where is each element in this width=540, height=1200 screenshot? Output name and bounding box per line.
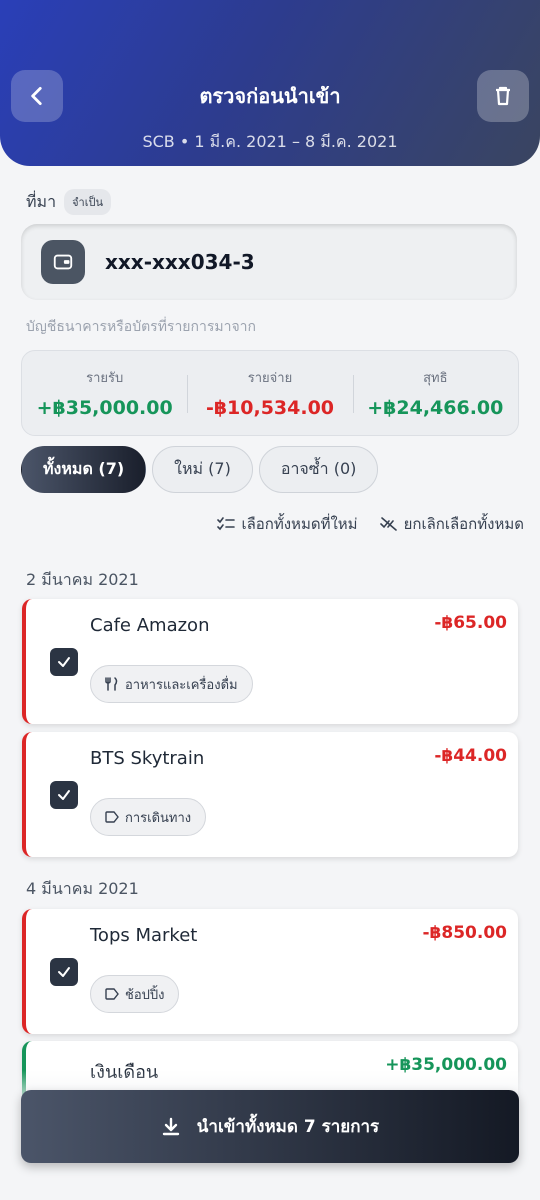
account-selector[interactable]: xxx-xxx034-3 — [21, 224, 517, 300]
category-chip[interactable]: ช้อปปิ้ง — [90, 975, 180, 1013]
transaction-checkbox[interactable] — [50, 781, 78, 809]
category-label: อาหารและเครื่องดื่ม — [125, 677, 238, 693]
category-chip[interactable]: การเดินทาง — [90, 798, 207, 836]
category-label: ช้อปปิ้ง — [125, 987, 165, 1003]
transaction-amount: -฿850.00 — [422, 923, 508, 943]
income-label: รายรับ — [86, 371, 124, 386]
transaction-amount: -฿65.00 — [434, 613, 507, 633]
income-value: +฿35,000.00 — [36, 397, 173, 419]
deselect-all-label: ยกเลิกเลือกทั้งหมด — [403, 515, 524, 533]
utensils-icon — [105, 677, 118, 691]
download-icon — [162, 1117, 179, 1135]
tab-all[interactable]: ทั้งหมด (7) — [21, 446, 147, 493]
source-row: ที่มา จำเป็น — [26, 189, 111, 215]
import-all-label: นำเข้าทั้งหมด 7 รายการ — [196, 1117, 380, 1137]
check-icon — [58, 790, 70, 800]
check-icon — [58, 657, 70, 667]
wallet-icon — [41, 240, 85, 284]
date-range-subtitle: SCB • 1 มี.ค. 2021 – 8 มี.ค. 2021 — [142, 132, 398, 151]
tab-duplicate[interactable]: อาจซ้ำ (0) — [258, 446, 379, 493]
net-label: สุทธิ — [423, 371, 448, 386]
account-hint: บัญชีธนาคารหรือบัตรที่รายการมาจาก — [26, 319, 256, 335]
transaction-title: BTS Skytrain — [90, 748, 205, 769]
transaction-title: Tops Market — [90, 925, 198, 946]
category-label: การเดินทาง — [125, 810, 192, 826]
tag-icon — [105, 988, 119, 1000]
summary-panel: รายรับ +฿35,000.00 รายจ่าย -฿10,534.00 ส… — [21, 350, 519, 436]
selection-actions: เลือกทั้งหมดที่ใหม่ ยกเลิกเลือกทั้งหมด — [217, 512, 524, 536]
select-all-new-button[interactable]: เลือกทั้งหมดที่ใหม่ — [217, 512, 358, 536]
net-summary: สุทธิ +฿24,466.00 — [352, 351, 518, 435]
tab-new[interactable]: ใหม่ (7) — [152, 446, 253, 493]
transaction-title: Cafe Amazon — [90, 615, 210, 636]
transaction-card[interactable]: BTS Skytrain -฿44.00 การเดินทาง — [22, 732, 518, 857]
tag-icon — [105, 811, 119, 823]
transaction-checkbox[interactable] — [50, 648, 78, 676]
expense-value: -฿10,534.00 — [205, 397, 335, 419]
expense-label: รายจ่าย — [247, 371, 293, 386]
date-header: 2 มีนาคม 2021 — [26, 570, 139, 589]
delete-button[interactable] — [477, 70, 529, 122]
date-header: 4 มีนาคม 2021 — [26, 879, 139, 898]
header: ตรวจก่อนนำเข้า SCB • 1 มี.ค. 2021 – 8 มี… — [0, 0, 540, 166]
expense-summary: รายจ่าย -฿10,534.00 — [187, 351, 352, 435]
deselect-icon — [379, 517, 397, 531]
required-badge: จำเป็น — [64, 189, 111, 215]
deselect-all-button[interactable]: ยกเลิกเลือกทั้งหมด — [379, 512, 524, 536]
check-icon — [58, 967, 70, 977]
income-summary: รายรับ +฿35,000.00 — [22, 351, 187, 435]
import-all-button[interactable]: นำเข้าทั้งหมด 7 รายการ — [21, 1090, 519, 1163]
account-number: xxx-xxx034-3 — [105, 250, 255, 274]
transaction-checkbox[interactable] — [50, 958, 78, 986]
category-chip[interactable]: อาหารและเครื่องดื่ม — [90, 665, 253, 703]
checklist-icon — [217, 517, 236, 531]
net-value: +฿24,466.00 — [367, 397, 504, 419]
source-label: ที่มา — [26, 191, 57, 211]
transaction-amount: -฿44.00 — [434, 746, 507, 766]
select-all-new-label: เลือกทั้งหมดที่ใหม่ — [241, 515, 358, 533]
transaction-card[interactable]: Cafe Amazon -฿65.00 อาหารและเครื่องดื่ม — [22, 599, 518, 724]
filter-tabs: ทั้งหมด (7) ใหม่ (7) อาจซ้ำ (0) — [21, 446, 379, 493]
trash-icon — [496, 86, 510, 106]
page-title: ตรวจก่อนนำเข้า — [199, 84, 341, 108]
transaction-card[interactable]: Tops Market -฿850.00 ช้อปปิ้ง — [22, 909, 518, 1034]
